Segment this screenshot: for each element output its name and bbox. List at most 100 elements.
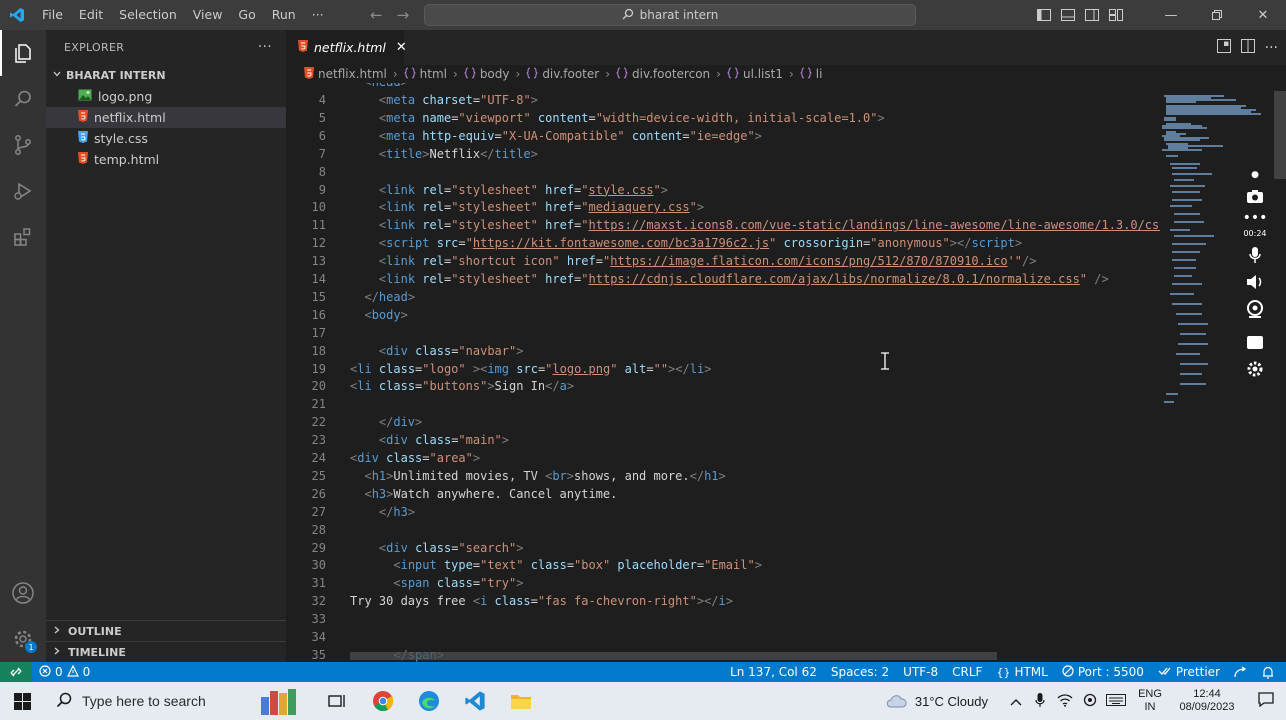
open-preview-icon[interactable] <box>1216 39 1231 56</box>
search-text: bharat intern <box>639 8 719 22</box>
chevron-up-icon[interactable] <box>1006 694 1026 709</box>
toggle-secondary-sidebar-icon[interactable] <box>1080 0 1104 30</box>
source-control-icon[interactable] <box>0 122 46 168</box>
line-number: 28 <box>311 522 326 537</box>
remote-window-icon[interactable] <box>0 662 32 682</box>
search-icon[interactable] <box>0 76 46 122</box>
breadcrumb-item[interactable]: li <box>816 67 823 81</box>
region-code: IN <box>1144 701 1156 713</box>
code-line: <title>Netflix</title> <box>378 146 538 161</box>
line-number: 12 <box>311 236 326 251</box>
pin-icon[interactable]: ● <box>1244 170 1266 180</box>
wifi-icon[interactable] <box>1054 693 1076 710</box>
back-arrow-icon[interactable]: ← <box>370 6 383 24</box>
tab-netflix-html[interactable]: netflix.html ✕ <box>286 30 407 65</box>
indentation[interactable]: Spaces: 2 <box>824 665 896 679</box>
manage-gear-icon[interactable]: 1 <box>0 616 46 662</box>
prettier-status[interactable]: Prettier <box>1151 665 1227 679</box>
language-mode[interactable]: {} HTML <box>989 665 1054 679</box>
breadcrumb-item[interactable]: netflix.html <box>318 67 387 81</box>
horizontal-scrollbar[interactable] <box>350 652 997 660</box>
close-tab-icon[interactable]: ✕ <box>396 40 407 55</box>
minimap-line <box>1176 313 1202 315</box>
outline-section[interactable]: OUTLINE <box>46 620 286 641</box>
menu-item[interactable]: Go <box>230 0 263 30</box>
input-language[interactable]: ENG IN <box>1132 688 1168 714</box>
end-of-line[interactable]: CRLF <box>945 665 989 679</box>
command-center-search[interactable]: bharat intern <box>424 4 916 26</box>
timeline-label: TIMELINE <box>68 645 126 659</box>
edge-icon[interactable] <box>406 682 452 720</box>
microphone-icon[interactable] <box>1244 244 1266 265</box>
more-options-icon[interactable]: ••• <box>1243 210 1268 226</box>
cursor-position[interactable]: Ln 137, Col 62 <box>723 665 824 679</box>
minimap-line <box>1166 393 1178 395</box>
notification-center-icon[interactable] <box>1246 692 1286 710</box>
books-widget-icon[interactable] <box>244 682 314 720</box>
webcam-icon[interactable] <box>1244 299 1266 320</box>
camera-status-icon[interactable] <box>1080 693 1100 710</box>
weather-widget[interactable]: 31°C Cloudy <box>885 692 988 711</box>
text-cursor-icon <box>880 352 890 370</box>
workspace-folder[interactable]: BHARAT INTERN <box>46 64 286 86</box>
customize-layout-icon[interactable] <box>1104 0 1128 30</box>
close-window-icon[interactable]: ✕ <box>1240 0 1286 30</box>
file-item[interactable]: style.css <box>46 128 286 149</box>
file-item[interactable]: logo.png <box>46 86 286 107</box>
breadcrumb-item[interactable]: body <box>480 67 510 81</box>
live-share-icon[interactable] <box>1227 666 1255 678</box>
toggle-primary-sidebar-icon[interactable] <box>1032 0 1056 30</box>
timeline-section[interactable]: TIMELINE <box>46 641 286 662</box>
clock-date: 08/09/2023 <box>1179 701 1235 713</box>
forward-arrow-icon[interactable]: → <box>397 6 410 24</box>
clock[interactable]: 12:44 08/09/2023 <box>1172 688 1242 714</box>
problems-indicator[interactable]: 0 0 <box>32 664 97 680</box>
weather-text: 31°C Cloudy <box>914 693 988 709</box>
task-view-icon[interactable] <box>314 682 360 720</box>
split-editor-icon[interactable] <box>1240 39 1255 56</box>
vertical-scrollbar[interactable] <box>1274 91 1286 179</box>
vscode-logo-icon[interactable] <box>0 0 34 30</box>
camera-icon[interactable] <box>1244 186 1266 207</box>
explorer-icon[interactable] <box>0 30 46 76</box>
code-line: <input type="text" class="box" placehold… <box>393 558 762 573</box>
keyboard-icon[interactable] <box>1104 693 1128 709</box>
menu-item[interactable]: ··· <box>304 0 332 30</box>
extensions-icon[interactable] <box>0 214 46 260</box>
more-actions-icon[interactable]: ··· <box>258 39 272 55</box>
encoding[interactable]: UTF-8 <box>896 665 945 679</box>
screen-icon[interactable] <box>1244 332 1266 353</box>
breadcrumb-item[interactable]: html <box>420 67 447 81</box>
file-item[interactable]: temp.html <box>46 149 286 170</box>
speaker-icon[interactable] <box>1244 271 1266 292</box>
restore-icon[interactable] <box>1194 0 1240 30</box>
vscode-taskbar-icon[interactable] <box>452 682 498 720</box>
accounts-icon[interactable] <box>0 570 46 616</box>
microphone-icon[interactable] <box>1030 692 1050 711</box>
breadcrumb-item[interactable]: div.footer <box>542 67 599 81</box>
breadcrumb-item[interactable]: ul.list1 <box>743 67 783 81</box>
file-explorer-icon[interactable] <box>498 682 544 720</box>
chrome-icon[interactable] <box>360 682 406 720</box>
menu-item[interactable]: View <box>185 0 231 30</box>
line-number: 21 <box>311 397 326 412</box>
minimize-icon[interactable]: — <box>1148 0 1194 30</box>
more-actions-icon[interactable]: ··· <box>1265 40 1278 56</box>
notifications-bell-icon[interactable] <box>1255 666 1286 679</box>
menu-item[interactable]: Selection <box>111 0 185 30</box>
settings-gear-icon[interactable] <box>1244 359 1266 380</box>
live-server-port[interactable]: Port : 5500 <box>1055 664 1151 680</box>
windows-start-icon[interactable] <box>0 682 44 720</box>
file-item[interactable]: netflix.html <box>46 107 286 128</box>
menu-item[interactable]: Run <box>264 0 304 30</box>
run-and-debug-icon[interactable] <box>0 168 46 214</box>
code-line: <div class="area"> <box>350 451 481 465</box>
toggle-panel-icon[interactable] <box>1056 0 1080 30</box>
taskbar-search-box[interactable]: Type here to search <box>44 682 244 720</box>
menu-item[interactable]: Edit <box>71 0 111 30</box>
system-tray: 31°C Cloudy ENG IN 12:44 08/09/2023 <box>885 682 1286 720</box>
code-editor[interactable]: <head> 4 <meta charset="UTF-8"> 5 <meta n… <box>286 83 1160 662</box>
menu-item[interactable]: File <box>34 0 71 30</box>
line-number: 31 <box>311 576 326 591</box>
breadcrumb-item[interactable]: div.footercon <box>632 67 710 81</box>
